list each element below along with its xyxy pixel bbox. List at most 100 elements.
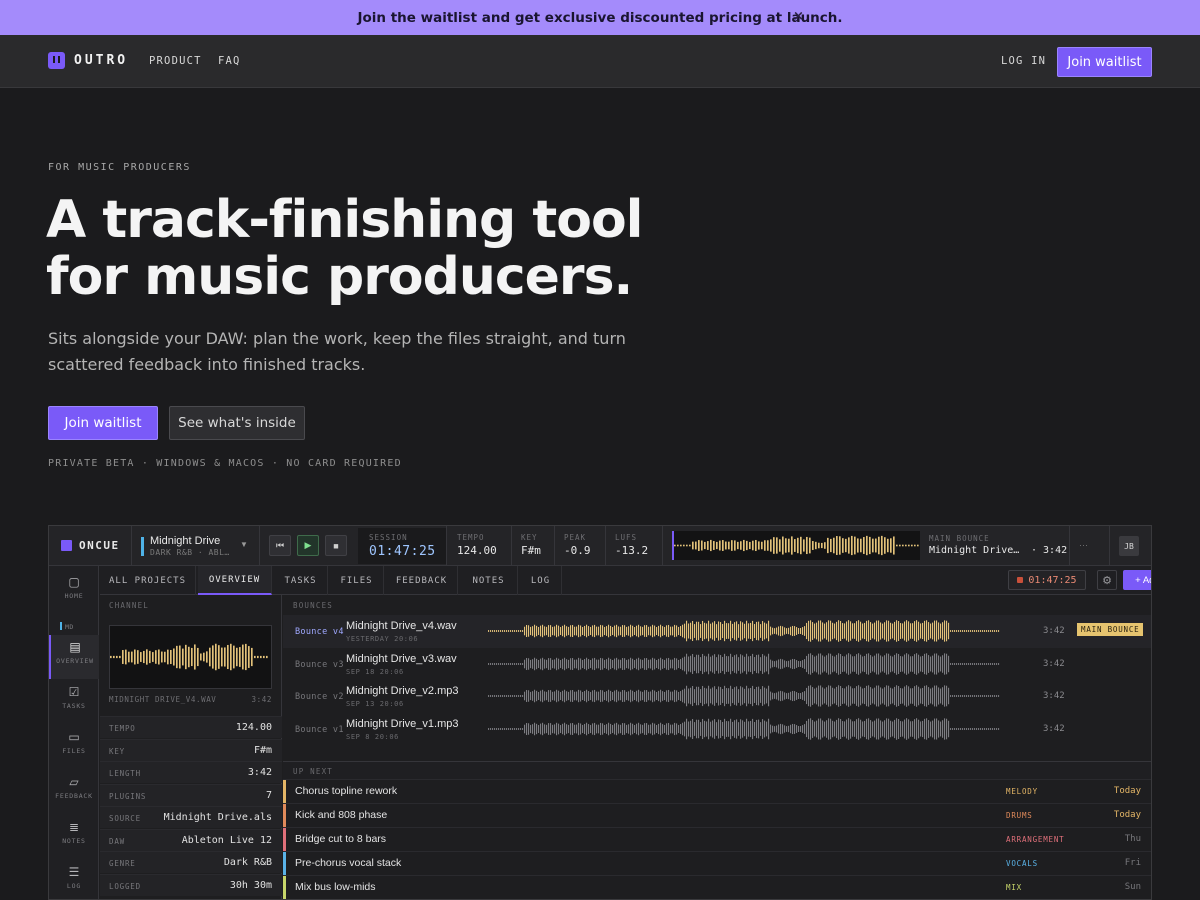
hero-subtitle: Sits alongside your DAW: plan the work, … [48, 329, 626, 374]
divider [662, 526, 663, 566]
task-category: VOCALS [1006, 859, 1038, 868]
tab-notes[interactable]: NOTES [460, 566, 518, 595]
task-row[interactable]: Pre-chorus vocal stack VOCALS Fri [283, 851, 1151, 876]
sidebar-item-label: OVERVIEW [56, 657, 94, 665]
task-category-bar [283, 852, 286, 876]
hero-headline: A track-finishing tool for music produce… [46, 192, 643, 306]
peak-label: PEAK [564, 533, 587, 542]
sidebar-project-tag: MD [60, 622, 74, 631]
channel-file: MIDNIGHT DRIVE_V4.WAV 3:42 [109, 695, 272, 704]
task-category: MELODY [1006, 787, 1038, 796]
play-button[interactable]: ▶ [297, 535, 319, 556]
sidebar-item-files[interactable]: ▭ FILES [49, 725, 99, 769]
project-color-tag [141, 537, 144, 556]
add-task-button[interactable]: + Add task [1123, 570, 1151, 590]
task-category-bar [283, 804, 286, 828]
task-category: ARRANGEMENT [1006, 835, 1065, 844]
waveform-graphic [674, 535, 919, 556]
upnext-header: UP NEXT [283, 761, 1151, 779]
hero-eyebrow: FOR MUSIC PRODUCERS [48, 162, 191, 173]
task-row[interactable]: Mix bus low-mids MIX Sun [283, 875, 1151, 899]
chevron-down-icon[interactable]: ▼ [240, 540, 248, 549]
gear-icon[interactable]: ⚙ [1097, 570, 1117, 590]
tab-files[interactable]: FILES [330, 566, 384, 595]
bounce-waveform[interactable] [488, 717, 1000, 741]
project-name[interactable]: Midnight Drive [150, 535, 220, 547]
sidebar-item-overview[interactable]: ▤ OVERVIEW [49, 635, 99, 679]
bounce-file-name: Midnight Drive_v3.wav [346, 652, 457, 665]
nav-link-product[interactable]: PRODUCT [149, 55, 202, 67]
announcement-text: Join the waitlist and get exclusive disc… [357, 9, 843, 26]
brand-name[interactable]: OUTRO [74, 53, 128, 68]
divider [1109, 526, 1110, 566]
tasks-icon: ☑ [68, 685, 80, 699]
waveform-graphic [110, 643, 268, 671]
channel-section-label: CHANNEL [109, 601, 150, 610]
divider [511, 526, 512, 566]
tab-overview[interactable]: OVERVIEW [198, 566, 272, 595]
tab-all-projects[interactable]: ALL PROJECTS [100, 566, 196, 595]
bounce-version-label: Bounce v2 [295, 692, 344, 703]
main-bounce-waveform[interactable] [672, 531, 920, 560]
main-bounce-name: Midnight Drive… [929, 545, 1020, 556]
bounce-date: SEP 13 20:06 [346, 700, 404, 709]
task-due: Today [1113, 786, 1141, 796]
channel-info-value: 3:42 [247, 767, 272, 778]
close-icon[interactable]: × [793, 9, 804, 24]
session-timer[interactable]: 01:47:25 [1008, 570, 1086, 590]
app-brand: ONCUE [79, 539, 120, 552]
login-link[interactable]: LOG IN [1001, 55, 1046, 67]
avatar[interactable]: JB [1119, 536, 1139, 556]
tab-log[interactable]: LOG [520, 566, 562, 595]
bounce-waveform[interactable] [488, 652, 1000, 676]
bounce-date: SEP 8 20:06 [346, 733, 399, 742]
bounce-duration: 3:42 [1043, 724, 1065, 735]
channel-info-key: LENGTH [109, 769, 141, 778]
channel-waveform[interactable] [109, 625, 272, 689]
bounce-waveform[interactable] [488, 684, 1000, 708]
channel-info-key: TEMPO [109, 724, 136, 733]
bounce-row[interactable]: Bounce v3 Midnight Drive_v3.wav SEP 18 20:… [283, 648, 1151, 681]
join-waitlist-nav-button[interactable]: Join waitlist [1057, 47, 1152, 77]
channel-info-row: DAW Ableton Live 12 [100, 828, 282, 851]
key-label: KEY [521, 533, 538, 542]
channel-info-key: LOGGED [109, 881, 141, 891]
divider [131, 526, 132, 566]
sidebar-item-home[interactable]: ▢ HOME [49, 570, 99, 614]
lufs-value: -13.2 [615, 544, 649, 557]
more-icon[interactable]: ··· [1079, 540, 1088, 550]
join-waitlist-button[interactable]: Join waitlist [48, 406, 158, 440]
channel-info-key: SOURCE [109, 814, 141, 823]
bounce-row[interactable]: Bounce v2 Midnight Drive_v2.mp3 SEP 13 20:… [283, 680, 1151, 713]
bounce-row[interactable]: Bounce v4 Midnight Drive_v4.wav YESTERDAY … [283, 615, 1151, 648]
bounce-row[interactable]: Bounce v1 Midnight Drive_v1.mp3 SEP 8 20:0… [283, 713, 1151, 746]
stop-button[interactable]: ■ [325, 535, 347, 556]
task-category-bar [283, 828, 286, 852]
hero-footnote: PRIVATE BETA · WINDOWS & MACOS · NO CARD… [48, 458, 402, 469]
task-row[interactable]: Chorus topline rework MELODY Today [283, 779, 1151, 804]
home-icon: ▢ [68, 575, 80, 589]
sidebar-item-label: NOTES [62, 837, 86, 845]
channel-info-value: Ableton Live 12 [181, 834, 272, 846]
sidebar-item-notes[interactable]: ≣ NOTES [49, 815, 99, 859]
lufs-label: LUFS [615, 533, 638, 542]
bounce-file-name: Midnight Drive_v2.mp3 [346, 685, 459, 698]
bounce-waveform[interactable] [488, 619, 1000, 643]
tab-tasks[interactable]: TASKS [274, 566, 328, 595]
sidebar-item-tasks[interactable]: ☑ TASKS [49, 680, 99, 724]
sidebar-item-log[interactable]: ☰ LOG [49, 860, 99, 899]
divider [259, 526, 260, 566]
skip-back-button[interactable]: ⏮ [269, 535, 291, 556]
nav-link-faq[interactable]: FAQ [218, 55, 241, 67]
tempo-label: TEMPO [457, 533, 485, 542]
sidebar-item-feedback[interactable]: ▱ FEEDBACK [49, 770, 99, 814]
task-row[interactable]: Kick and 808 phase DRUMS Today [283, 803, 1151, 828]
task-row[interactable]: Bridge cut to 8 bars ARRANGEMENT Thu [283, 827, 1151, 852]
logo-icon[interactable] [48, 52, 65, 69]
tab-feedback[interactable]: FEEDBACK [386, 566, 458, 595]
app-logo-icon [61, 540, 72, 551]
channel-info-row: SOURCE Midnight Drive.als [100, 806, 282, 828]
task-due: Sun [1124, 882, 1141, 892]
see-inside-button[interactable]: See what's inside [169, 406, 305, 440]
channel-info-row: LOGGED 30h 30m [100, 873, 282, 896]
